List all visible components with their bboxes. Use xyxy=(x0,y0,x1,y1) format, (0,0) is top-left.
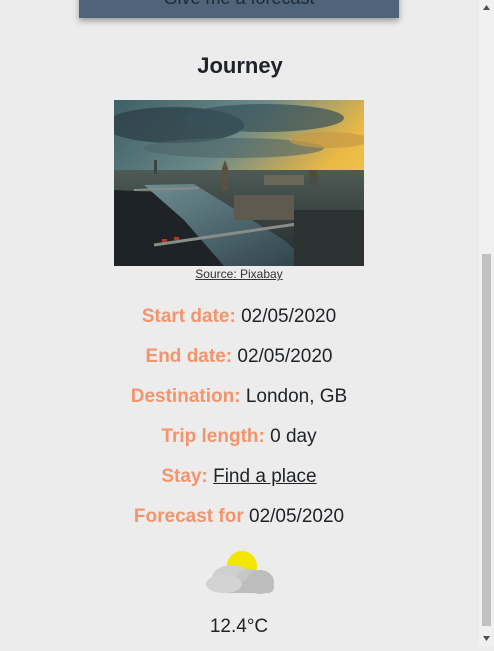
end-date-value: 02/05/2020 xyxy=(237,346,333,367)
partly-cloudy-icon xyxy=(202,549,276,597)
forecast-row: Forecast for 02/05/2020 xyxy=(0,506,478,528)
photo-source-link[interactable]: Source: Pixabay xyxy=(195,267,282,281)
start-date-row: Start date: 02/05/2020 xyxy=(0,306,478,328)
start-date-label: Start date: xyxy=(141,306,236,327)
destination-value: London, GB xyxy=(245,386,348,407)
scroll-up-arrow-icon[interactable] xyxy=(479,0,494,15)
scroll-down-arrow-icon[interactable] xyxy=(479,631,494,646)
stay-row: Stay: Find a place xyxy=(0,466,478,488)
scrollbar-thumb[interactable] xyxy=(482,254,491,626)
stay-label: Stay: xyxy=(161,466,208,487)
destination-photo xyxy=(114,100,364,266)
trip-length-value: 0 day xyxy=(270,426,317,447)
photo-source: Source: Pixabay xyxy=(0,267,478,281)
trip-length-label: Trip length: xyxy=(161,426,265,447)
scrollbar[interactable] xyxy=(479,0,494,646)
forecast-button[interactable]: Give me a forecast xyxy=(79,0,399,18)
trip-length-row: Trip length: 0 day xyxy=(0,426,478,448)
end-date-label: End date: xyxy=(145,346,233,367)
find-a-place-link[interactable]: Find a place xyxy=(213,466,317,487)
forecast-label: Forecast for xyxy=(133,506,244,527)
destination-row: Destination: London, GB xyxy=(0,386,478,408)
end-date-row: End date: 02/05/2020 xyxy=(0,346,478,368)
journey-title: Journey xyxy=(197,53,283,78)
destination-label: Destination: xyxy=(130,386,241,407)
forecast-date-value: 02/05/2020 xyxy=(249,506,345,527)
temperature-value: 12.4°C xyxy=(209,616,269,637)
start-date-value: 02/05/2020 xyxy=(241,306,337,327)
